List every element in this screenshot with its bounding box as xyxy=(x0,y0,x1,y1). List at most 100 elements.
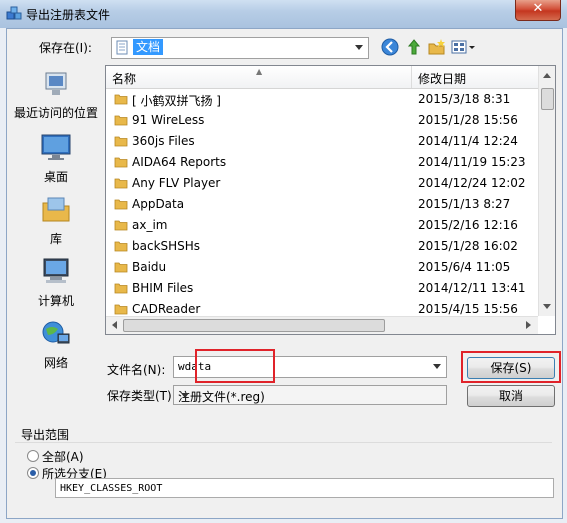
file-name: BHIM Files xyxy=(132,281,194,295)
export-range-title: 导出范围 xyxy=(21,428,70,442)
file-row[interactable]: Any FLV Player 2014/12/24 12:02 xyxy=(106,173,538,194)
file-date: 2015/1/28 16:02 xyxy=(418,239,518,253)
folder-icon xyxy=(114,178,128,189)
place-libraries[interactable]: 库 xyxy=(7,193,105,247)
file-date: 2015/3/18 8:31 xyxy=(418,92,511,106)
folder-icon xyxy=(114,115,128,126)
file-date: 2014/11/4 12:24 xyxy=(418,134,518,148)
column-header-name[interactable]: 名称 xyxy=(112,70,136,87)
folder-icon xyxy=(114,262,128,273)
recent-places-icon xyxy=(45,72,67,95)
place-computer[interactable]: 计算机 xyxy=(7,255,105,309)
file-row[interactable]: 91 WireLess 2015/1/28 15:56 xyxy=(106,110,538,131)
file-name: ax_im xyxy=(132,218,168,232)
file-name: 91 WireLess xyxy=(132,113,205,127)
export-range-group: 导出范围 全部(A) 所选分支(E) xyxy=(15,424,554,514)
cancel-button[interactable]: 取消 xyxy=(467,385,555,407)
column-divider[interactable] xyxy=(411,66,412,88)
scroll-up-icon[interactable] xyxy=(543,73,551,78)
folder-icon xyxy=(114,220,128,231)
folder-icon xyxy=(114,199,128,210)
place-label: 网络 xyxy=(43,356,68,370)
window-title: 导出注册表文件 xyxy=(26,8,111,22)
file-list[interactable]: ▲ 名称 修改日期 [ 小鹤双拼飞扬 ] 2015/3/18 8:31 91 Wir… xyxy=(105,65,556,335)
file-date: 2015/4/15 15:56 xyxy=(418,302,518,316)
file-row[interactable]: [ 小鹤双拼飞扬 ] 2015/3/18 8:31 xyxy=(106,89,538,110)
up-folder-icon[interactable] xyxy=(405,38,423,56)
file-date: 2014/12/24 12:02 xyxy=(418,176,526,190)
regedit-icon xyxy=(6,6,22,20)
new-folder-icon[interactable] xyxy=(428,38,446,56)
places-bar: 最近访问的位置 桌面 库 计算机 网络 xyxy=(7,65,105,375)
folder-icon xyxy=(114,304,128,315)
horizontal-scroll-thumb[interactable] xyxy=(123,319,385,332)
desktop-icon xyxy=(41,134,71,160)
file-date: 2015/2/16 12:16 xyxy=(418,218,518,232)
file-row[interactable]: Baidu 2015/6/4 11:05 xyxy=(106,257,538,278)
folder-icon xyxy=(114,157,128,168)
chevron-down-icon[interactable] xyxy=(352,40,366,54)
place-label: 最近访问的位置 xyxy=(13,106,98,120)
dialog-client: 保存在(I): 文档 最近访问的位置 桌面 库 计算机 网络 ▲ 名称 修改日期… xyxy=(6,28,563,519)
save-in-value: 文档 xyxy=(133,39,164,55)
documents-icon xyxy=(116,40,128,55)
scroll-left-icon[interactable] xyxy=(112,321,117,329)
file-row[interactable]: 360js Files 2014/11/4 12:24 xyxy=(106,131,538,152)
divider xyxy=(15,442,552,443)
place-label: 库 xyxy=(49,232,62,246)
file-row[interactable]: AIDA64 Reports 2014/11/19 15:23 xyxy=(106,152,538,173)
highlight-box-save xyxy=(461,351,561,383)
folder-icon xyxy=(114,136,128,147)
filetype-label: 保存类型(T): xyxy=(107,389,176,403)
folder-icon xyxy=(114,283,128,294)
place-network[interactable]: 网络 xyxy=(7,317,105,371)
chevron-down-icon[interactable] xyxy=(178,388,192,402)
highlight-box-filename xyxy=(195,349,275,383)
file-row[interactable]: ax_im 2015/2/16 12:16 xyxy=(106,215,538,236)
file-name: 360js Files xyxy=(132,134,195,148)
scroll-right-icon[interactable] xyxy=(526,321,531,329)
file-row[interactable]: AppData 2015/1/13 8:27 xyxy=(106,194,538,215)
column-header-date[interactable]: 修改日期 xyxy=(418,70,466,87)
back-icon[interactable] xyxy=(381,38,399,56)
network-icon xyxy=(42,321,70,344)
scroll-down-icon[interactable] xyxy=(543,304,551,309)
file-name: Baidu xyxy=(132,260,167,274)
file-name: backSHSHs xyxy=(132,239,201,253)
place-desktop[interactable]: 桌面 xyxy=(7,131,105,185)
file-date: 2015/6/4 11:05 xyxy=(418,260,511,274)
branch-path-field[interactable] xyxy=(55,478,554,498)
file-rows: [ 小鹤双拼飞扬 ] 2015/3/18 8:31 91 WireLess 2015/… xyxy=(106,89,538,334)
list-header: ▲ 名称 修改日期 xyxy=(106,66,538,89)
computer-icon xyxy=(43,258,69,283)
horizontal-scrollbar[interactable] xyxy=(106,316,538,334)
file-name: Any FLV Player xyxy=(132,176,221,190)
chevron-down-icon[interactable] xyxy=(430,359,444,373)
save-in-label: 保存在(I): xyxy=(39,41,92,55)
file-row[interactable]: BHIM Files 2014/12/11 13:41 xyxy=(106,278,538,299)
file-name: AIDA64 Reports xyxy=(132,155,227,169)
file-date: 2014/12/11 13:41 xyxy=(418,281,526,295)
filename-label: 文件名(N): xyxy=(107,363,166,377)
place-label: 桌面 xyxy=(43,170,68,184)
file-row[interactable]: backSHSHs 2015/1/28 16:02 xyxy=(106,236,538,257)
radio-selected-branch[interactable] xyxy=(27,467,39,479)
vertical-scrollbar[interactable] xyxy=(538,66,555,316)
radio-all-label[interactable]: 全部(A) xyxy=(42,448,84,465)
vertical-scroll-thumb[interactable] xyxy=(541,88,554,110)
file-date: 2015/1/28 15:56 xyxy=(418,113,518,127)
place-label: 计算机 xyxy=(37,294,74,308)
file-date: 2014/11/19 15:23 xyxy=(418,155,526,169)
save-in-dropdown[interactable]: 文档 xyxy=(111,37,369,59)
place-recent[interactable]: 最近访问的位置 xyxy=(7,67,105,121)
file-name: AppData xyxy=(132,197,185,211)
radio-all[interactable] xyxy=(27,450,39,462)
close-icon: ✕ xyxy=(532,1,544,16)
folder-icon xyxy=(114,241,128,252)
filetype-dropdown[interactable]: 注册文件(*.reg) xyxy=(173,385,447,405)
sort-ascending-icon: ▲ xyxy=(256,67,263,76)
close-button[interactable]: ✕ xyxy=(515,0,561,21)
libraries-icon xyxy=(42,197,70,222)
view-menu-icon[interactable] xyxy=(451,38,477,56)
branch-path-input[interactable] xyxy=(58,480,542,497)
